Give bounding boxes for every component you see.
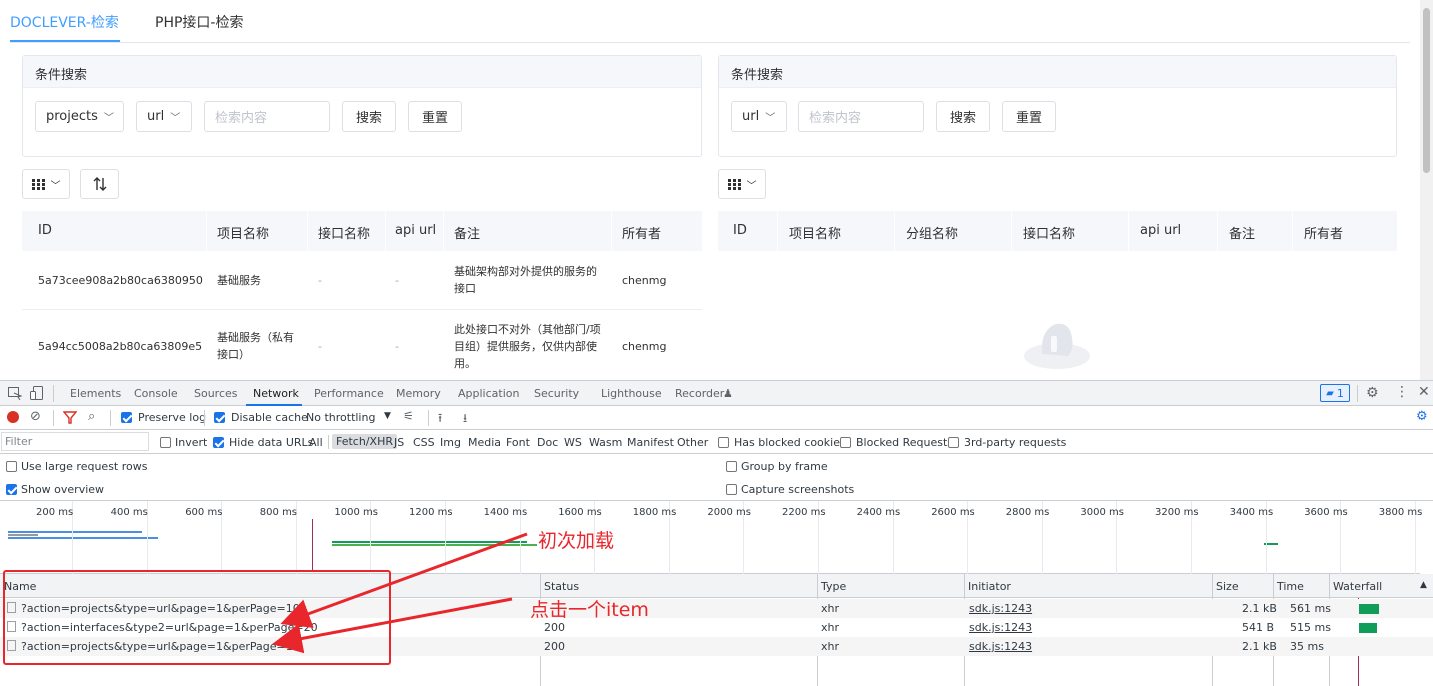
project-select-value: projects: [46, 109, 98, 124]
row1-api-url: -: [395, 274, 399, 287]
search-input[interactable]: 检索内容: [204, 101, 330, 132]
search-button[interactable]: 搜索: [342, 101, 396, 132]
right-col-group-name[interactable]: 分组名称: [906, 223, 958, 242]
row-divider: [22, 309, 702, 310]
annotation-first-load: 初次加载: [538, 530, 615, 552]
left-search-card: 条件搜索 projects ﹀ url ﹀ 检索内容 搜索 重置: [22, 55, 702, 157]
right-table-header: ID 项目名称 分组名称 接口名称 api url 备注 所有者: [718, 211, 1397, 251]
right-col-owner[interactable]: 所有者: [1304, 223, 1343, 242]
field-select-value: url: [147, 109, 165, 124]
col-id[interactable]: ID: [38, 223, 52, 238]
row1-note: 基础架构部对外提供的服务的接口: [454, 265, 597, 295]
devtools-panel: Elements Console Sources Network Perform…: [0, 380, 1433, 686]
row1-project: 基础服务: [217, 274, 261, 287]
sort-arrows-icon: [93, 177, 106, 191]
row2-interface: -: [318, 340, 322, 353]
right-field-select[interactable]: url ﹀: [731, 101, 787, 132]
row1-owner: chenmg: [622, 274, 667, 287]
row2-project: 基础服务（私有接口）: [217, 331, 294, 361]
right-card-title: 条件搜索: [719, 56, 1396, 88]
chevron-down-icon: ﹀: [170, 113, 181, 124]
chevron-down-icon: ﹀: [746, 180, 757, 192]
empty-data-icon: [1024, 323, 1090, 369]
col-owner[interactable]: 所有者: [622, 223, 661, 242]
row2-note: 此处接口不对外（其他部门/项目组）提供服务，仅供内部使用。: [454, 323, 601, 370]
col-project-name[interactable]: 项目名称: [217, 223, 269, 242]
page-scrollbar-thumb[interactable]: [1423, 8, 1430, 173]
left-table-header: ID 项目名称 接口名称 api url 备注 所有者: [22, 211, 702, 251]
grid-icon: [31, 178, 45, 190]
right-search-input-placeholder: 检索内容: [809, 111, 862, 126]
column-toggle-button[interactable]: ﹀: [22, 169, 70, 199]
right-column-toggle-button[interactable]: ﹀: [718, 169, 766, 199]
right-search-input[interactable]: 检索内容: [798, 101, 924, 132]
annotation-click-item: 点击一个item: [530, 599, 649, 621]
row2-api-url: -: [395, 340, 399, 353]
reset-button[interactable]: 重置: [408, 101, 462, 132]
project-select[interactable]: projects ﹀: [35, 101, 124, 132]
annotation-arrows: [272, 532, 528, 654]
tab-php-search[interactable]: PHP接口-检索: [155, 12, 243, 32]
col-api-url[interactable]: api url: [395, 223, 436, 238]
row2-id: 5a94cc5008a2b80ca63809e5: [38, 340, 203, 353]
chevron-down-icon: ﹀: [50, 180, 61, 192]
right-col-note[interactable]: 备注: [1229, 223, 1255, 242]
chevron-down-icon: ﹀: [103, 113, 114, 124]
right-col-interface-name[interactable]: 接口名称: [1023, 223, 1075, 242]
field-select[interactable]: url ﹀: [136, 101, 192, 132]
row1-interface: -: [318, 274, 322, 287]
right-search-card: 条件搜索 url ﹀ 检索内容 搜索 重置: [718, 55, 1397, 157]
right-col-project-name[interactable]: 项目名称: [789, 223, 841, 242]
right-col-id[interactable]: ID: [733, 223, 747, 238]
web-page: DOCLEVER-检索 PHP接口-检索 条件搜索 projects ﹀ url…: [0, 0, 1433, 380]
right-reset-button[interactable]: 重置: [1002, 101, 1056, 132]
row2-owner: chenmg: [622, 340, 667, 353]
row1-id: 5a73cee908a2b80ca6380950: [38, 274, 203, 287]
tab-bar: DOCLEVER-检索 PHP接口-检索: [10, 0, 1410, 43]
right-search-button[interactable]: 搜索: [936, 101, 990, 132]
left-card-title: 条件搜索: [23, 56, 701, 88]
chevron-down-icon: ﹀: [765, 113, 776, 124]
page-scrollbar[interactable]: [1420, 0, 1433, 380]
col-note[interactable]: 备注: [454, 223, 480, 242]
right-field-select-value: url: [742, 109, 760, 124]
col-interface-name[interactable]: 接口名称: [318, 223, 370, 242]
tab-doclever-search[interactable]: DOCLEVER-检索: [10, 12, 119, 32]
right-col-api-url[interactable]: api url: [1140, 223, 1181, 238]
tab-active-indicator: [10, 40, 120, 42]
sort-button[interactable]: [80, 169, 119, 199]
search-input-placeholder: 检索内容: [215, 111, 268, 126]
grid-icon: [727, 178, 741, 190]
